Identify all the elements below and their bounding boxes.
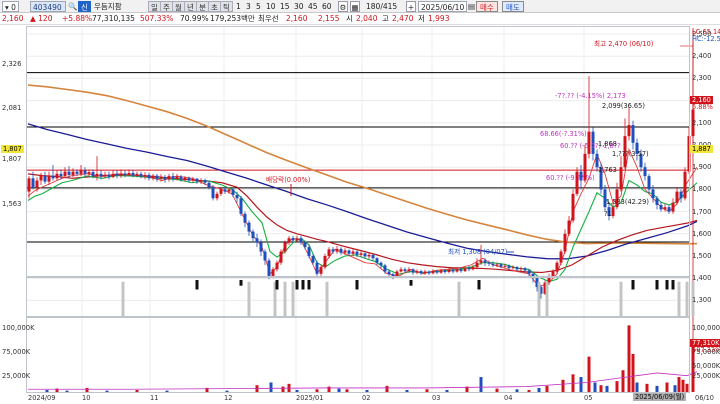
x-axis-label: 12 — [224, 394, 233, 402]
volume-pct-tag: 507.33% — [692, 346, 720, 354]
x-axis-label: 10 — [82, 394, 91, 402]
price-left-1807: 1,807 — [2, 155, 22, 163]
x-axis-label: 04 — [504, 394, 513, 402]
hc-tag: HC:-12.55 — [692, 35, 720, 43]
x-axis-label: 2024/09 — [28, 394, 56, 402]
volume-tick-50000: 50,000K — [692, 362, 720, 370]
price-tick: 1,300 — [692, 296, 712, 305]
annotation-a7: 1,583(42.29) — [606, 198, 649, 206]
annotation-a8: ?1 — [604, 210, 612, 218]
price-tick: 2,300 — [692, 74, 712, 83]
volume-tick-100000: 100,000K — [692, 324, 720, 332]
annotation-high: 최고 2,470 (06/10) — [594, 40, 654, 48]
price-tick: 1,800 — [692, 185, 712, 194]
current-date-tag: 2025/06/09(월) — [633, 393, 687, 401]
annotation-low: 최저 1,308 (04/07) — [448, 248, 508, 256]
price-left-2081: 2,081 — [2, 104, 22, 112]
annotation-dividend: 배당락(0.00%) — [266, 176, 311, 184]
price-left-2326: 2,326 — [2, 60, 22, 68]
price-tick: 2,400 — [692, 52, 712, 61]
signal-panel[interactable] — [26, 277, 690, 317]
annotation-a9: 1,763 — [598, 166, 617, 174]
price-left-level-tag: 1,807 — [1, 145, 24, 153]
annotation-a2: 2,099(36.65) — [602, 102, 645, 110]
volume-left-75000: 75,000K — [2, 348, 31, 356]
price-tick: 1,700 — [692, 207, 712, 216]
annotation-a3: 68.66(-?.31%) — [540, 130, 587, 138]
annotation-a6: 60.?? (-9.?? %) — [546, 174, 595, 182]
price-tick: 1,500 — [692, 252, 712, 260]
annotation-a1: -7?.?? (-4.15%) 2,173 — [555, 92, 626, 100]
volume-panel[interactable] — [26, 317, 690, 393]
annotation-a5: 1,???(3.57) — [612, 150, 649, 158]
volume-tick-25000: 25,000K — [692, 372, 720, 380]
price-panel[interactable] — [26, 26, 690, 277]
x-axis-label: 02 — [362, 394, 371, 402]
price-left-1563: 1,563 — [2, 200, 22, 208]
price-pct-tag: 5.88% — [692, 103, 713, 111]
x-axis-label: 11 — [150, 394, 159, 402]
volume-left-100000: 100,000K — [2, 324, 35, 332]
x-axis-label: 2025/01 — [296, 394, 324, 402]
level-tag: 1,887 — [690, 145, 713, 153]
price-tick: 1,400 — [692, 274, 712, 283]
price-tick: 1,900 — [692, 163, 712, 172]
annotation-a10: 1,868 — [598, 140, 617, 148]
volume-left-25000: 25,000K — [2, 372, 31, 380]
x-axis-label: 05 — [584, 394, 593, 402]
price-tick: 1,600 — [692, 229, 712, 238]
price-tick: 2,100 — [692, 118, 712, 127]
x-axis-label: 03 — [432, 394, 441, 402]
x-axis-label: 06/10 — [695, 394, 715, 402]
